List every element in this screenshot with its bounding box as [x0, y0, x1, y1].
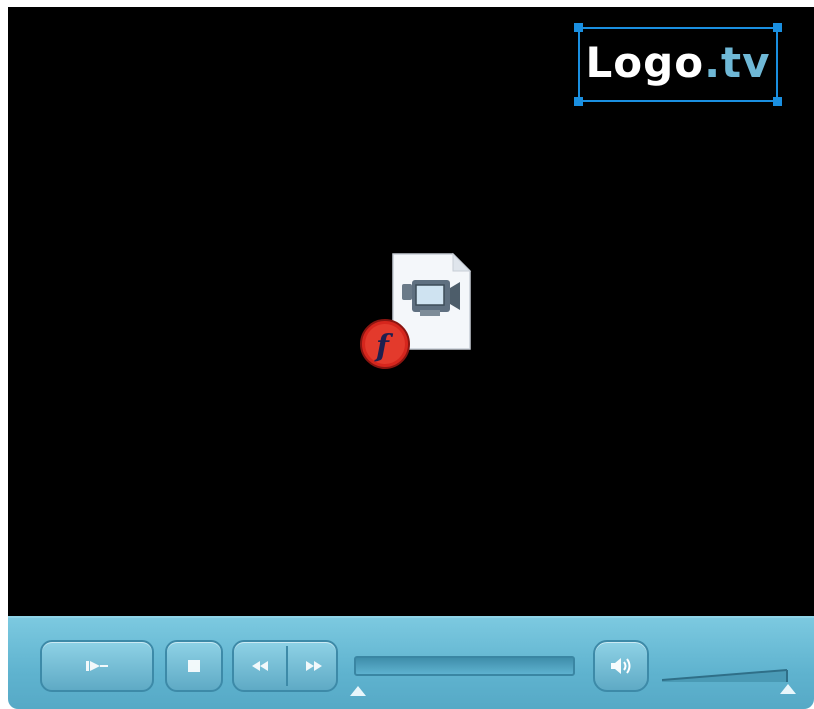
resize-handle-bottom-right[interactable]: [773, 97, 782, 106]
logo-main-text: Logo: [585, 38, 705, 87]
video-screen[interactable]: Logo.tv f: [8, 7, 814, 616]
play-button[interactable]: [40, 640, 154, 692]
video-player: Logo.tv f: [8, 7, 814, 709]
fast-forward-icon: [306, 661, 322, 671]
progress-bar[interactable]: [354, 656, 575, 676]
speaker-icon: [611, 658, 631, 674]
logo-suffix-text: .tv: [704, 38, 771, 87]
stop-button[interactable]: [165, 640, 223, 692]
mute-button[interactable]: [593, 640, 649, 692]
stop-icon: [188, 660, 200, 672]
volume-slider[interactable]: [662, 652, 792, 686]
flash-video-file-icon: f: [358, 252, 478, 377]
scrub-marker-icon[interactable]: [350, 686, 366, 696]
logo-watermark: Logo.tv: [580, 38, 776, 87]
resize-handle-top-left[interactable]: [574, 23, 583, 32]
volume-marker-icon[interactable]: [780, 684, 796, 694]
rewind-button[interactable]: [234, 642, 286, 690]
resize-handle-top-right[interactable]: [773, 23, 782, 32]
resize-handle-bottom-left[interactable]: [574, 97, 583, 106]
seek-button-group: [232, 640, 338, 692]
rewind-icon: [252, 661, 268, 671]
logo-selection-box[interactable]: Logo.tv: [574, 23, 782, 106]
play-icon: [86, 661, 108, 671]
fast-forward-button[interactable]: [288, 642, 340, 690]
control-bar: [8, 616, 814, 709]
